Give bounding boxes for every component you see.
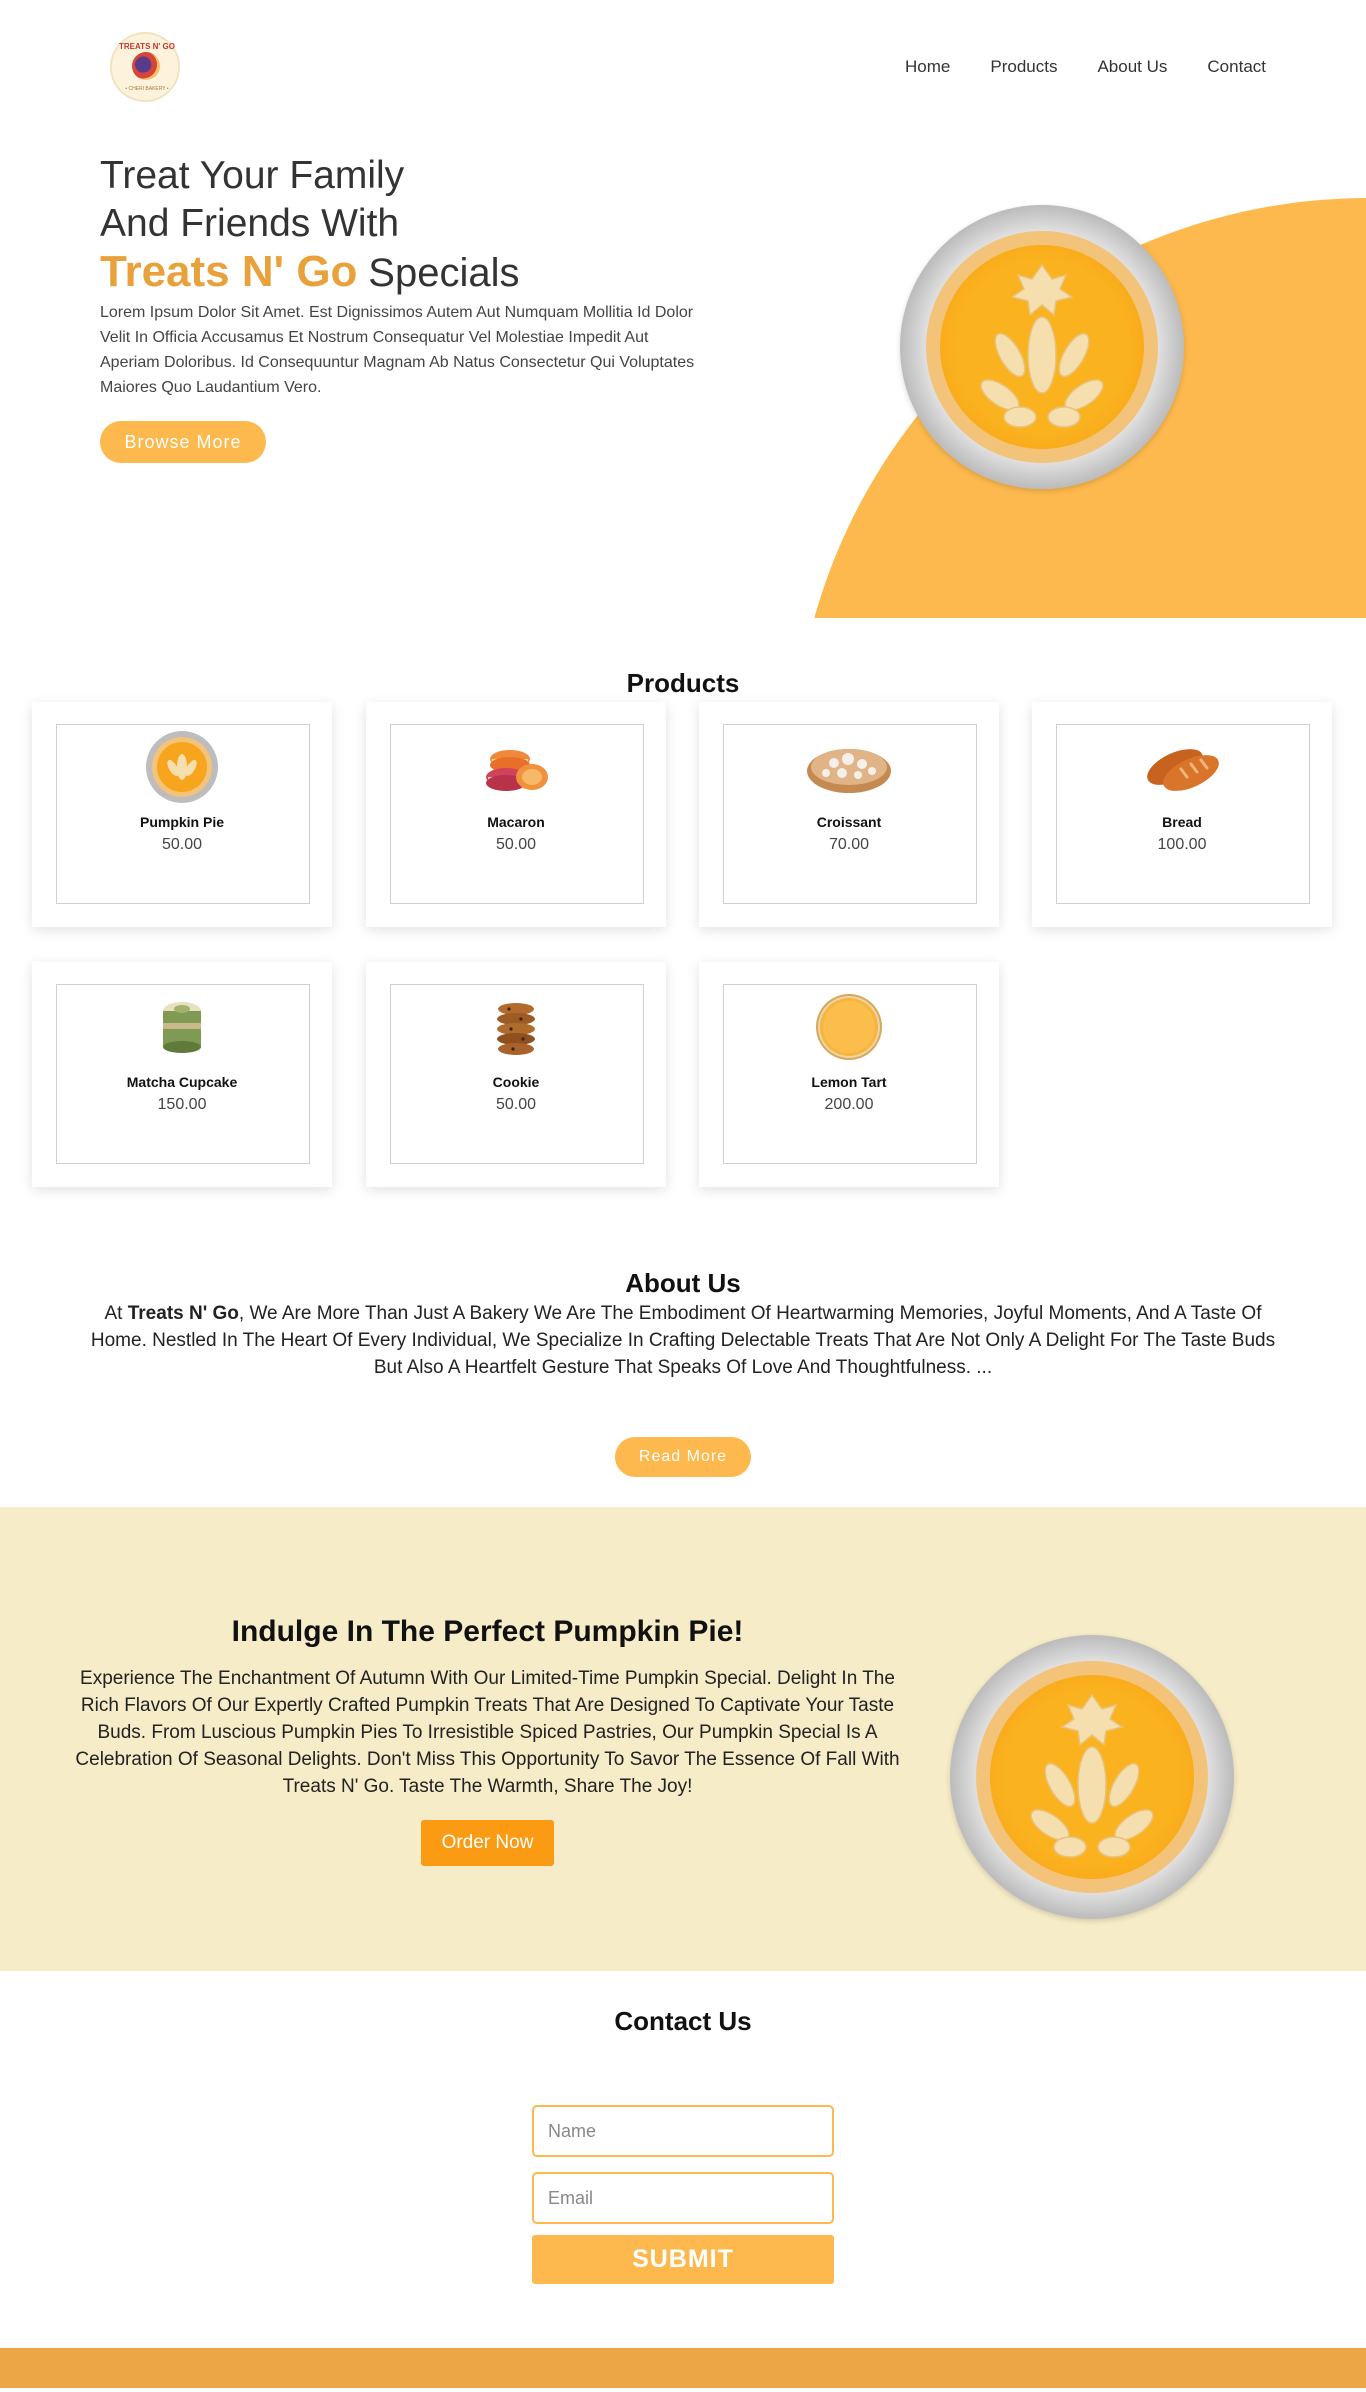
product-price: 100.00 <box>1157 836 1207 853</box>
cookie-icon <box>471 992 561 1062</box>
about-body: , We Are More Than Just A Bakery We Are … <box>90 1303 1276 1378</box>
macaron-icon <box>471 732 561 802</box>
cupcake-icon <box>137 992 227 1062</box>
navbar: TREATS N' GO • CHERI BAKERY • Home Produ… <box>0 0 1366 130</box>
product-card[interactable]: Pumpkin Pie 50.00 <box>32 702 332 927</box>
product-name: Matcha Cupcake <box>126 1074 238 1090</box>
logo-emblem-icon <box>132 52 160 80</box>
pumpkin-pie-icon <box>137 731 227 803</box>
hero-brand-name: Treats N' Go <box>100 247 358 296</box>
nav-link-home[interactable]: Home <box>905 57 950 77</box>
product-price: 200.00 <box>824 1096 874 1113</box>
product-price: 150.00 <box>157 1096 207 1113</box>
product-price: 50.00 <box>161 836 203 853</box>
product-price: 50.00 <box>495 836 537 853</box>
product-name: Bread <box>1162 814 1202 830</box>
bread-icon <box>1137 732 1227 802</box>
products-title: Products <box>626 668 740 698</box>
about-text: At Treats N' Go, We Are More Than Just A… <box>80 1300 1286 1381</box>
hero-title-end: Specials <box>368 251 520 295</box>
nav-link-about[interactable]: About Us <box>1097 57 1167 77</box>
about-prefix: At <box>104 1303 128 1324</box>
name-input[interactable] <box>532 2105 834 2157</box>
about-title: About Us <box>625 1268 741 1298</box>
read-more-button[interactable]: Read More <box>615 1437 751 1477</box>
product-card[interactable]: Lemon Tart 200.00 <box>699 962 999 1187</box>
product-name: Pumpkin Pie <box>139 814 225 830</box>
product-name: Croissant <box>816 814 882 830</box>
croissant-icon <box>804 732 894 802</box>
hero-title-line1: Treat Your Family <box>100 154 405 197</box>
contact-title: Contact Us <box>614 2006 752 2036</box>
about-brand: Treats N' Go <box>127 1303 239 1324</box>
product-card[interactable]: Cookie 50.00 <box>366 962 666 1187</box>
lemon-tart-icon <box>804 992 894 1062</box>
logo-subtitle: • CHERI BAKERY • <box>125 86 169 92</box>
hero-title-line2: And Friends With <box>100 202 400 245</box>
order-now-button[interactable]: Order Now <box>421 1820 554 1866</box>
hero-pumpkin-pie-image <box>900 205 1184 489</box>
special-text: Experience The Enchantment Of Autumn Wit… <box>75 1668 900 1797</box>
submit-button[interactable]: SUBMIT <box>532 2235 834 2284</box>
pumpkin-special-section: Indulge In The Perfect Pumpkin Pie! Expe… <box>0 1507 1366 1971</box>
product-name: Macaron <box>487 814 545 830</box>
special-pumpkin-pie-image <box>950 1635 1234 1919</box>
hero-description: Lorem Ipsum Dolor Sit Amet. Est Dignissi… <box>100 304 695 396</box>
product-name: Lemon Tart <box>811 1074 887 1090</box>
nav-link-products[interactable]: Products <box>990 57 1057 77</box>
email-input[interactable] <box>532 2172 834 2224</box>
product-card[interactable]: Macaron 50.00 <box>366 702 666 927</box>
product-price: 50.00 <box>495 1096 537 1113</box>
product-price: 70.00 <box>828 836 870 853</box>
logo-text: TREATS N' GO <box>119 42 175 51</box>
browse-more-button[interactable]: Browse More <box>100 421 266 463</box>
hero-title: Treat Your Family And Friends With Treat… <box>100 152 519 298</box>
product-card[interactable]: Matcha Cupcake 150.00 <box>32 962 332 1187</box>
product-name: Cookie <box>492 1074 540 1090</box>
footer-bar <box>0 2348 1366 2388</box>
nav-links: Home Products About Us Contact <box>905 57 1266 77</box>
product-card[interactable]: Croissant 70.00 <box>699 702 999 927</box>
product-card[interactable]: Bread 100.00 <box>1032 702 1332 927</box>
special-title: Indulge In The Perfect Pumpkin Pie! <box>231 1615 744 1648</box>
nav-link-contact[interactable]: Contact <box>1207 57 1266 77</box>
logo[interactable]: TREATS N' GO • CHERI BAKERY • <box>110 32 180 102</box>
